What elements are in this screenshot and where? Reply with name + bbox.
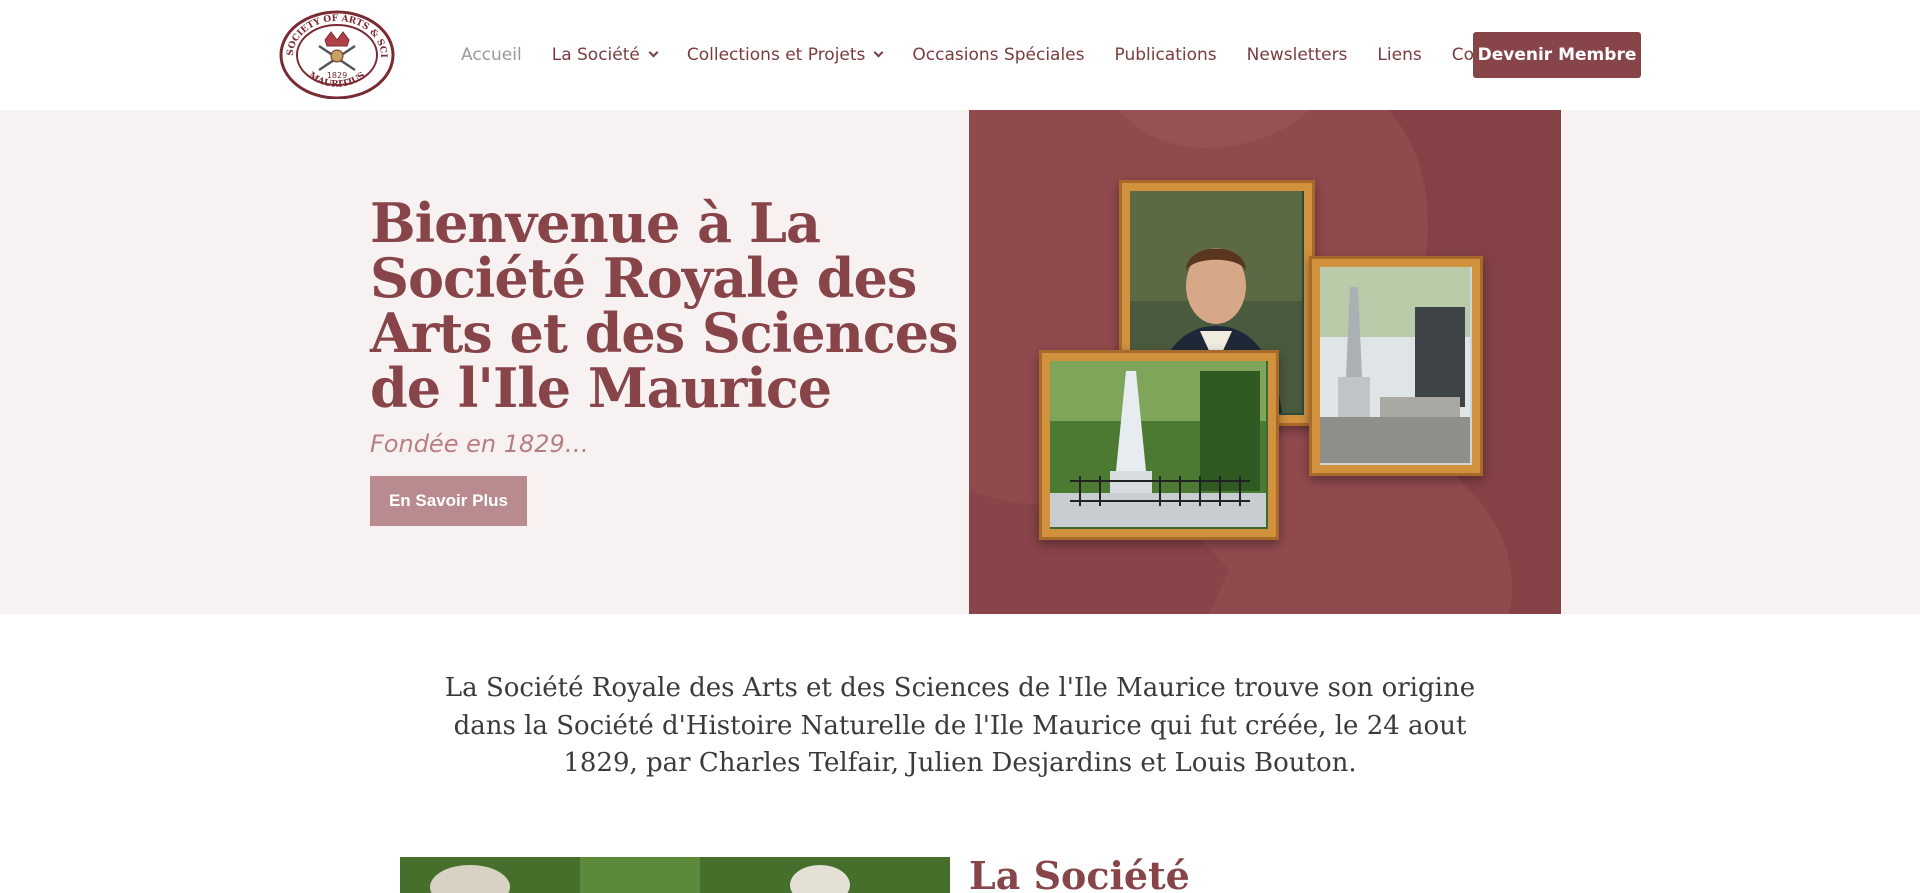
main-nav: Accueil La Société Collections et Projet… [446,0,1533,110]
nav-item-newsletters[interactable]: Newsletters [1247,45,1348,65]
hero-subtitle: Fondée en 1829… [370,430,589,458]
nav-item-label: Publications [1114,45,1217,65]
obelisk-frame [1039,350,1279,540]
nav-item-liens[interactable]: Liens [1377,45,1421,65]
society-garden-image [400,857,950,893]
nav-item-label: Liens [1377,45,1422,65]
nav-item-publications[interactable]: Publications [1115,45,1217,65]
nav-item-la-societe[interactable]: La Société [551,45,659,65]
become-member-button[interactable]: Devenir Membre [1473,32,1641,78]
logo-year: 1829 [327,71,347,80]
chevron-down-icon [873,47,884,58]
nav-item-occasions-speciales[interactable]: Occasions Spéciales [912,45,1084,65]
chevron-down-icon [648,47,659,58]
hero-title: Bienvenue à La Société Royale des Arts e… [370,191,959,420]
society-logo[interactable]: ROYAL SOCIETY OF ARTS & SCIENCES MAURITI… [275,3,396,100]
learn-more-button[interactable]: En Savoir Plus [370,476,527,526]
nav-item-collections-et-projets[interactable]: Collections et Projets [686,45,884,65]
hero-section: Bienvenue à La Société Royale des Arts e… [0,110,1920,614]
nav-item-label: La Société [551,45,640,65]
nav-item-label: Collections et Projets [686,45,866,65]
monument-frame [1309,256,1483,476]
section-title: La Société [969,853,1190,893]
nav-item-label: Newsletters [1246,45,1348,65]
nav-item-label: Occasions Spéciales [912,45,1085,65]
intro-paragraph: La Société Royale des Arts et des Scienc… [444,673,1476,778]
site-header: ROYAL SOCIETY OF ARTS & SCIENCES MAURITI… [0,0,1920,110]
nav-item-label: Accueil [461,45,522,65]
nav-item-accueil[interactable]: Accueil [461,45,522,65]
hero-collage-image [969,110,1561,614]
